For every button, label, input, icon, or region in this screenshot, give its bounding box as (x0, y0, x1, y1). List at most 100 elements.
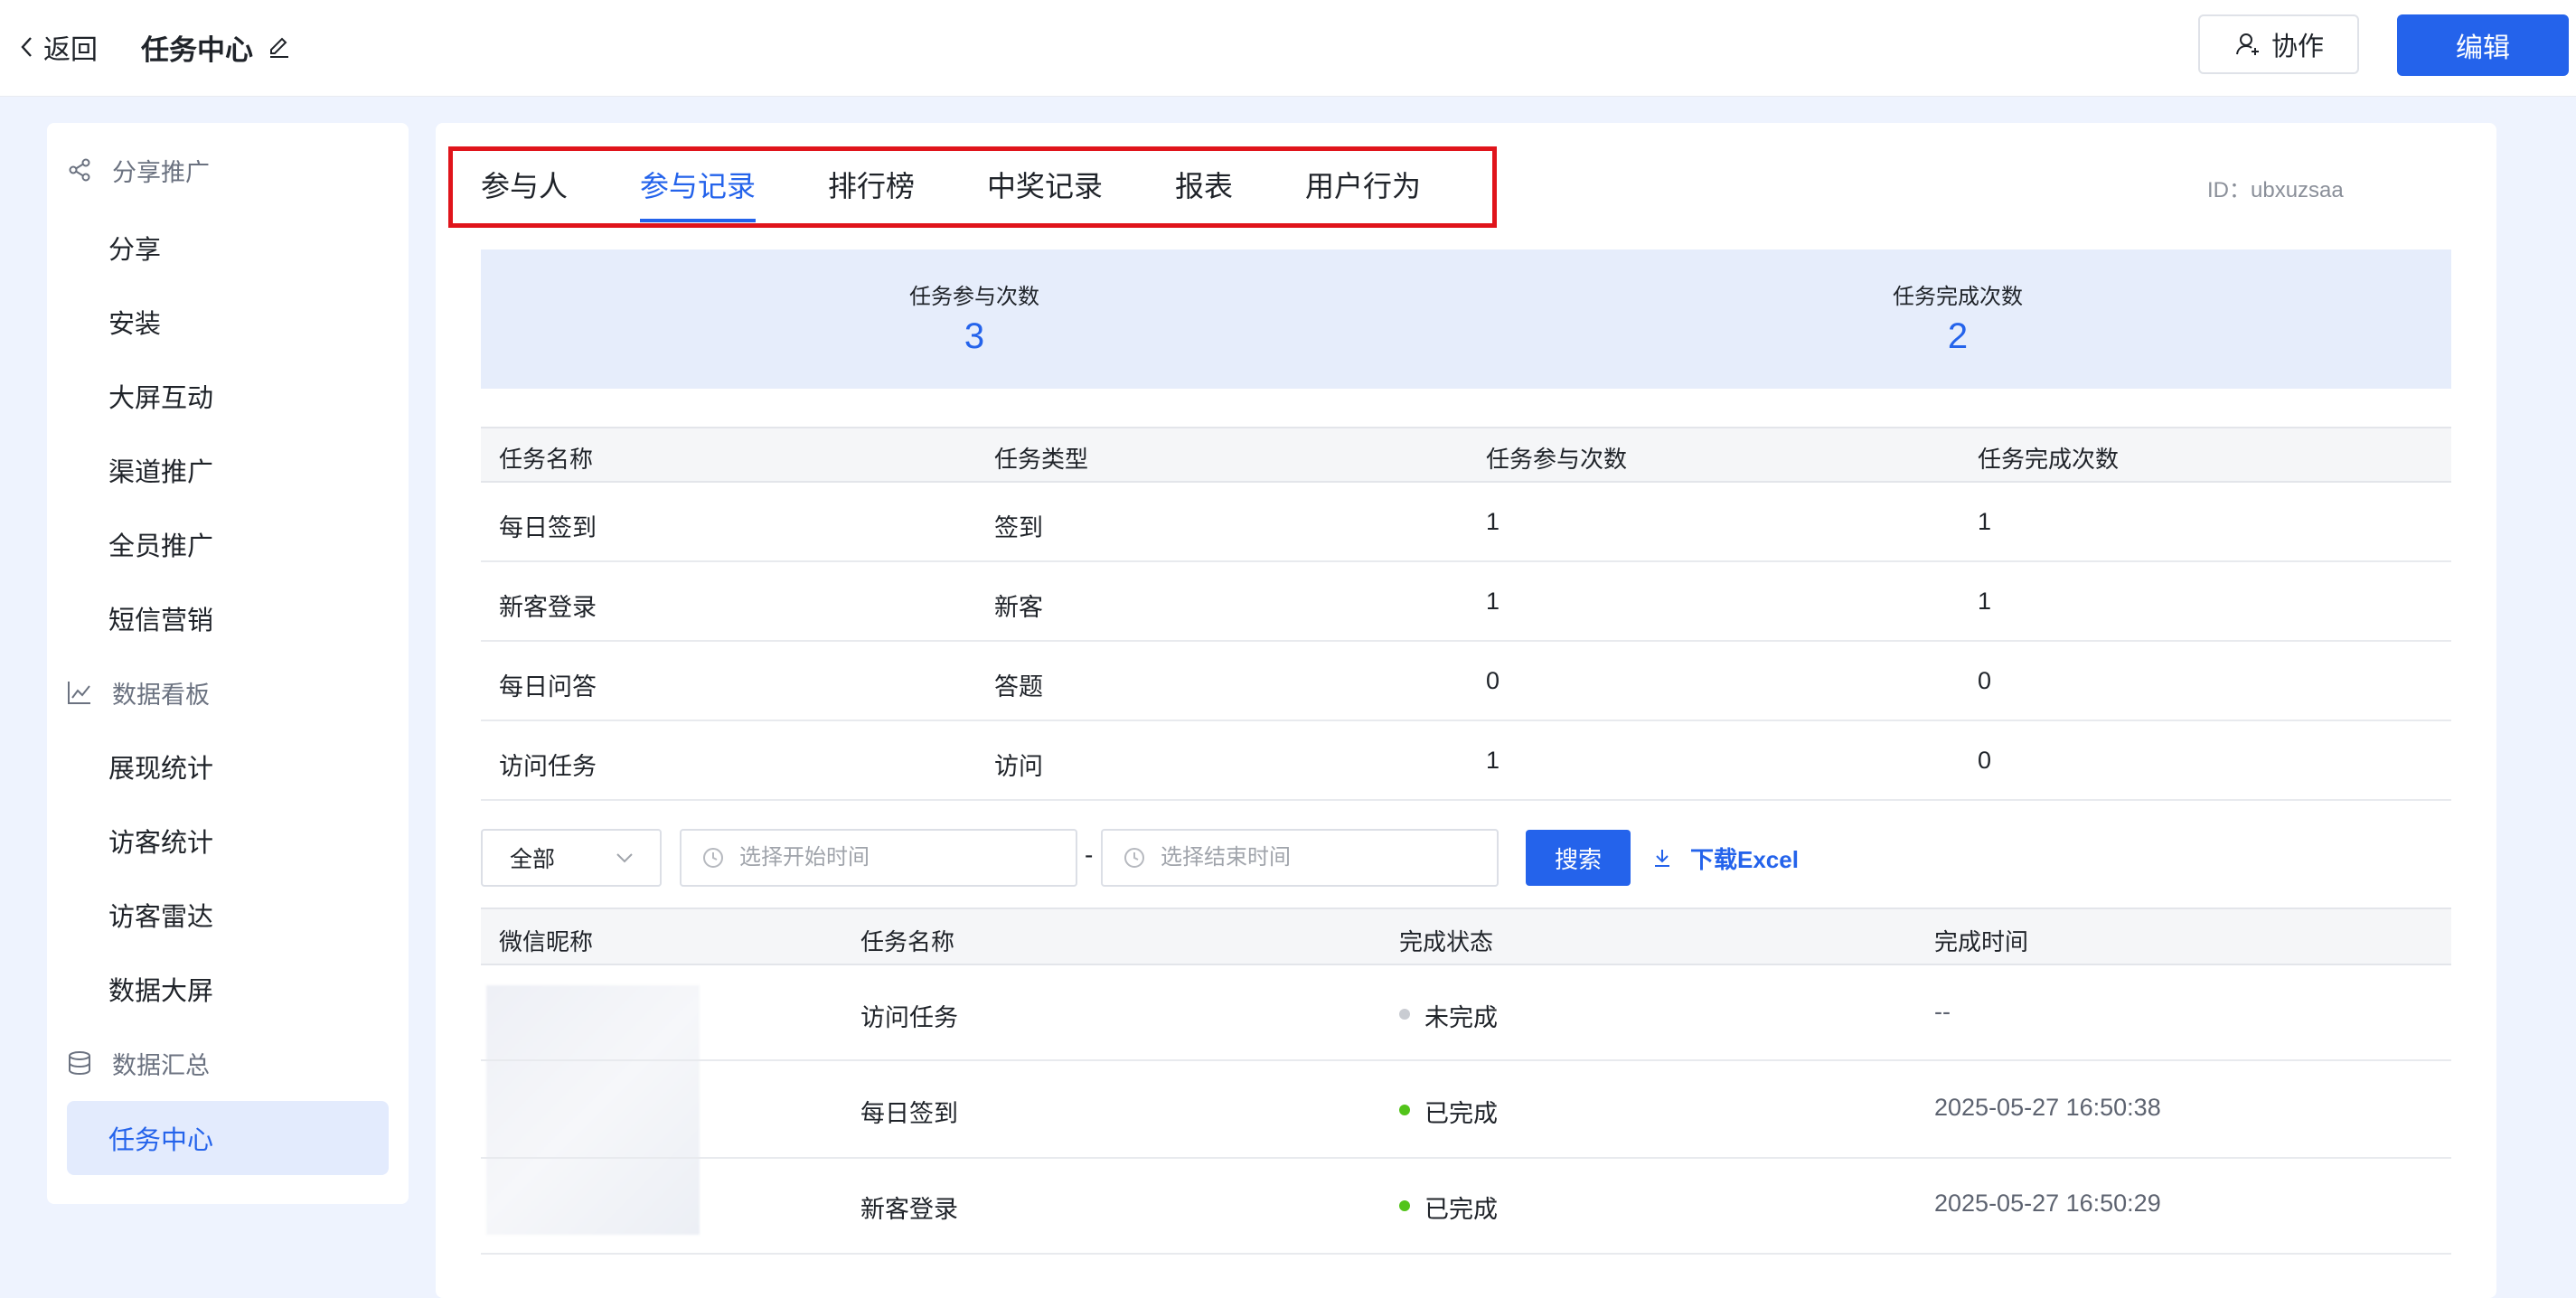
records-header-time: 完成时间 (1934, 928, 2029, 955)
table-cell: 访问 (994, 753, 1043, 780)
table-cell: 新客 (994, 594, 1043, 621)
download-excel-link[interactable]: 下载Excel (1650, 837, 1799, 879)
table-cell: 访问任务 (860, 1004, 958, 1031)
sidebar-group-data-summary: 数据汇总 (65, 1038, 210, 1088)
clock-icon (703, 848, 723, 868)
database-icon (69, 1051, 90, 1076)
sidebar-group-label: 分享推广 (112, 158, 210, 186)
date-range-separator: - (1085, 841, 1094, 869)
page-title: 任务中心 (141, 27, 293, 67)
blurred-nickname-avatar (486, 985, 700, 1235)
sidebar-group-label: 数据汇总 (112, 1051, 210, 1079)
table-cell: 每日签到 (499, 514, 597, 541)
start-time-picker[interactable] (680, 829, 1077, 887)
table-cell: 1 (1486, 747, 1500, 774)
status-badge: 已完成 (1424, 1196, 1498, 1223)
sidebar: 分享推广 分享 安装 大屏互动 渠道推广 全员推广 短信营销 数据看板 展现统计… (47, 123, 409, 1204)
end-time-input[interactable] (1159, 844, 1488, 871)
sidebar-item-channel-promotion[interactable]: 渠道推广 (108, 445, 213, 495)
task-filter-select[interactable]: 全部 (481, 829, 662, 887)
stats-panel (481, 249, 2451, 389)
sidebar-item-sms-marketing[interactable]: 短信营销 (108, 593, 213, 644)
search-label: 搜索 (1554, 845, 1602, 873)
table-cell: 0 (1978, 667, 1992, 694)
chevron-left-icon (21, 37, 32, 57)
stat-completion-label: 任务完成次数 (1893, 285, 2023, 309)
sidebar-group-label: 数据看板 (112, 681, 210, 709)
start-time-input[interactable] (738, 844, 1067, 871)
row-divider (481, 799, 2451, 801)
table-cell: 2025-05-27 16:50:29 (1934, 1190, 2161, 1217)
stat-participation-label: 任务参与次数 (909, 285, 1039, 309)
summary-header-participation: 任务参与次数 (1486, 446, 1628, 473)
user-add-icon (2235, 33, 2259, 55)
table-cell: 2025-05-27 16:50:38 (1934, 1094, 2161, 1121)
sidebar-item-install[interactable]: 安装 (108, 296, 161, 347)
share-icon (69, 158, 90, 182)
summary-header-task-type: 任务类型 (994, 446, 1089, 473)
edit-pencil-icon[interactable] (266, 33, 293, 61)
search-button[interactable]: 搜索 (1526, 830, 1631, 886)
active-tab-indicator (640, 219, 756, 222)
task-filter-value: 全部 (510, 847, 556, 872)
sidebar-item-task-center[interactable]: 任务中心 (67, 1101, 389, 1175)
stat-participation-value: 3 (964, 316, 985, 356)
records-header-status: 完成状态 (1399, 928, 1494, 955)
summary-header-completion: 任务完成次数 (1978, 446, 2120, 473)
tab-user-behavior[interactable]: 用户行为 (1305, 166, 1421, 206)
edit-button[interactable]: 编辑 (2397, 14, 2569, 76)
end-time-picker[interactable] (1101, 829, 1499, 887)
summary-header-task-name: 任务名称 (499, 446, 594, 473)
table-cell: 每日问答 (499, 673, 597, 701)
table-cell: 1 (1486, 588, 1500, 615)
tab-reports[interactable]: 报表 (1175, 166, 1233, 206)
records-header-task-name: 任务名称 (860, 928, 955, 955)
table-cell: 每日签到 (860, 1100, 958, 1127)
back-button[interactable]: 返回 (16, 27, 98, 67)
tab-leaderboard[interactable]: 排行榜 (828, 166, 915, 206)
activity-id-label: ID：ubxuzsaa (2207, 178, 2344, 202)
sidebar-item-data-screen[interactable]: 数据大屏 (108, 964, 213, 1014)
page-title-text: 任务中心 (141, 33, 253, 66)
status-badge: 已完成 (1424, 1100, 1498, 1127)
status-dot (1399, 1009, 1410, 1020)
row-divider (481, 640, 2451, 642)
sidebar-item-share[interactable]: 分享 (108, 222, 161, 273)
sidebar-group-dashboard: 数据看板 (65, 667, 210, 718)
sidebar-item-visitor-stats[interactable]: 访客统计 (108, 815, 213, 866)
table-cell: 新客登录 (499, 594, 597, 621)
download-icon (1655, 850, 1669, 867)
sidebar-item-big-screen-interaction[interactable]: 大屏互动 (108, 371, 213, 421)
tab-participation-records[interactable]: 参与记录 (640, 166, 756, 206)
row-divider (481, 1059, 2451, 1061)
row-divider (481, 1253, 2451, 1255)
download-excel-label: 下载Excel (1690, 845, 1799, 873)
table-cell: 1 (1978, 588, 1992, 615)
tab-winning-records[interactable]: 中奖记录 (987, 166, 1103, 206)
status-dot (1399, 1200, 1410, 1211)
chevron-down-icon (616, 853, 633, 863)
tab-participants[interactable]: 参与人 (481, 166, 568, 206)
sidebar-item-impression-stats[interactable]: 展现统计 (108, 741, 213, 792)
summary-table-header (481, 427, 2451, 483)
sidebar-item-visitor-radar[interactable]: 访客雷达 (108, 889, 213, 940)
table-cell: 0 (1486, 667, 1500, 694)
row-divider (481, 560, 2451, 562)
table-cell: 1 (1978, 508, 1992, 535)
table-cell: 新客登录 (860, 1196, 958, 1223)
table-cell: 0 (1978, 747, 1992, 774)
back-label: 返回 (43, 35, 98, 65)
collaborate-label: 协作 (2270, 33, 2324, 61)
row-divider (481, 1157, 2451, 1159)
edit-label: 编辑 (2456, 33, 2510, 63)
clock-icon (1124, 848, 1144, 868)
status-dot (1399, 1105, 1410, 1115)
collaborate-button[interactable]: 协作 (2198, 14, 2359, 74)
sidebar-item-staff-promotion[interactable]: 全员推广 (108, 519, 213, 569)
records-header-nickname: 微信昵称 (499, 928, 594, 955)
table-cell: 访问任务 (499, 753, 597, 780)
sidebar-group-share: 分享推广 (65, 145, 210, 195)
table-cell: 1 (1486, 508, 1500, 535)
row-divider (481, 720, 2451, 721)
line-chart-icon (68, 682, 90, 704)
